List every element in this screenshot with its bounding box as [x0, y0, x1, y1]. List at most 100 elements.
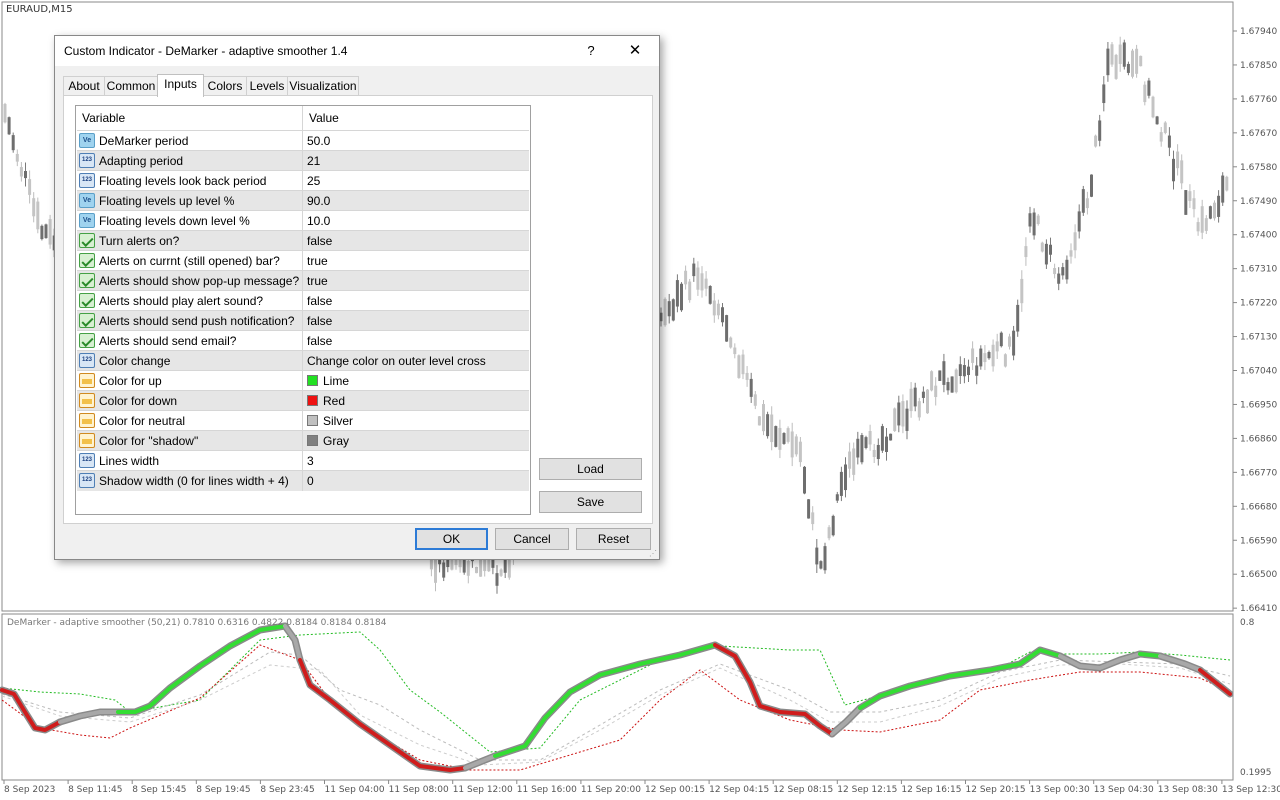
- candle-body: [856, 438, 860, 458]
- boolean-icon: [79, 273, 95, 288]
- input-value[interactable]: 50.0: [307, 131, 330, 151]
- candle-body: [1024, 246, 1028, 258]
- price-tick-label: 1.67220: [1240, 299, 1277, 309]
- candle-body: [1049, 244, 1052, 255]
- input-row[interactable]: Color for neutral Silver: [77, 410, 529, 431]
- ok-button[interactable]: OK: [415, 528, 488, 550]
- input-row[interactable]: 123 Adapting period 21: [77, 150, 529, 171]
- input-value[interactable]: true: [307, 271, 328, 291]
- candle-body: [782, 433, 786, 444]
- candle-body: [848, 451, 852, 469]
- input-value[interactable]: false: [307, 311, 332, 331]
- input-row[interactable]: Color for up Lime: [77, 370, 529, 391]
- candle-body: [876, 444, 880, 460]
- candle-body: [835, 494, 839, 501]
- input-value[interactable]: Red: [323, 391, 345, 411]
- candle-body: [1008, 336, 1011, 347]
- input-row[interactable]: 123 Lines width 3: [77, 450, 529, 471]
- candle-body: [979, 348, 983, 367]
- candle-body: [1159, 132, 1163, 142]
- input-row[interactable]: Ve Floating levels down level % 10.0: [77, 210, 529, 231]
- input-row[interactable]: Alerts should show pop-up message? true: [77, 270, 529, 291]
- input-name: Lines width: [99, 454, 160, 468]
- candle-body: [1114, 54, 1118, 79]
- input-value[interactable]: 10.0: [307, 211, 330, 231]
- time-tick-label: 12 Sep 04:15: [709, 785, 769, 795]
- cell-divider: [302, 151, 303, 171]
- input-row[interactable]: 123 Floating levels look back period 25: [77, 170, 529, 191]
- candle-body: [1184, 190, 1188, 215]
- candle-body: [1040, 242, 1044, 252]
- integer-value-icon: 123: [79, 353, 95, 368]
- tab-common[interactable]: Common: [104, 76, 158, 96]
- candle-body: [905, 408, 909, 431]
- input-value[interactable]: 3: [307, 451, 314, 471]
- column-header-value[interactable]: Value: [309, 106, 339, 130]
- input-row[interactable]: Color for down Red: [77, 390, 529, 411]
- candle-body: [946, 382, 950, 391]
- tab-visualization[interactable]: Visualization: [287, 76, 359, 96]
- candle-body: [1118, 44, 1122, 64]
- integer-value-icon: 123: [79, 173, 95, 188]
- input-value[interactable]: 25: [307, 171, 320, 191]
- input-value[interactable]: 0: [307, 471, 314, 491]
- input-name: Alerts should play alert sound?: [99, 294, 264, 308]
- candle-body: [807, 499, 811, 519]
- candle-body: [1061, 267, 1065, 276]
- input-row[interactable]: Alerts should play alert sound? false: [77, 290, 529, 311]
- input-value[interactable]: 21: [307, 151, 320, 171]
- column-header-variable[interactable]: Variable: [82, 106, 125, 130]
- cell-divider: [302, 211, 303, 231]
- input-row[interactable]: 123 Color change Change color on outer lev…: [77, 350, 529, 371]
- tab-colors[interactable]: Colors: [203, 76, 247, 96]
- candle-body: [790, 431, 794, 458]
- reset-button[interactable]: Reset: [576, 528, 651, 550]
- input-row[interactable]: Alerts should send email? false: [77, 330, 529, 351]
- candle-body: [852, 448, 856, 475]
- column-divider: [302, 106, 303, 130]
- input-row[interactable]: Alerts should send push notification? fal…: [77, 310, 529, 331]
- candle-body: [1012, 330, 1016, 356]
- input-value[interactable]: false: [307, 331, 332, 351]
- input-value[interactable]: false: [307, 291, 332, 311]
- input-value[interactable]: true: [307, 251, 328, 271]
- input-row[interactable]: Ve Floating levels up level % 90.0: [77, 190, 529, 211]
- candle-body: [889, 433, 893, 441]
- input-value[interactable]: 90.0: [307, 191, 330, 211]
- save-button[interactable]: Save: [539, 491, 642, 513]
- indicator-segment: [1138, 652, 1162, 658]
- input-value[interactable]: Lime: [323, 371, 349, 391]
- candle-body: [962, 365, 966, 377]
- candle-body: [913, 387, 917, 407]
- load-button[interactable]: Load: [539, 458, 642, 480]
- input-value[interactable]: Gray: [323, 431, 349, 451]
- input-value[interactable]: false: [307, 231, 332, 251]
- price-tick-label: 1.67850: [1240, 61, 1277, 71]
- candle-body: [897, 402, 901, 426]
- candle-body: [434, 559, 437, 583]
- candle-body: [7, 117, 11, 135]
- resize-grip-icon[interactable]: ⋰: [649, 549, 657, 558]
- candle-body: [934, 385, 938, 398]
- dialog-titlebar[interactable]: Custom Indicator - DeMarker - adaptive s…: [55, 36, 659, 66]
- candle-body: [753, 394, 757, 406]
- candle-body: [880, 426, 884, 451]
- tab-about[interactable]: About: [63, 76, 105, 96]
- input-row[interactable]: Ve DeMarker period 50.0: [77, 130, 529, 151]
- input-row[interactable]: Alerts on currnt (still opened) bar? true: [77, 250, 529, 271]
- input-row[interactable]: 123 Shadow width (0 for lines width + 4) 0: [77, 470, 529, 491]
- input-row[interactable]: Turn alerts on? false: [77, 230, 529, 251]
- input-value[interactable]: Change color on outer level cross: [307, 351, 486, 371]
- cancel-button[interactable]: Cancel: [495, 528, 569, 550]
- input-row[interactable]: Color for "shadow" Gray: [77, 430, 529, 451]
- close-button[interactable]: ✕: [621, 41, 649, 61]
- candle-body: [24, 170, 27, 179]
- cell-divider: [302, 391, 303, 411]
- tab-inputs[interactable]: Inputs: [157, 74, 204, 97]
- tab-levels[interactable]: Levels: [246, 76, 288, 96]
- input-value[interactable]: Silver: [323, 411, 353, 431]
- candle-body: [712, 300, 716, 316]
- help-button[interactable]: ?: [581, 41, 601, 61]
- candle-body: [860, 435, 864, 463]
- candle-body: [786, 428, 790, 442]
